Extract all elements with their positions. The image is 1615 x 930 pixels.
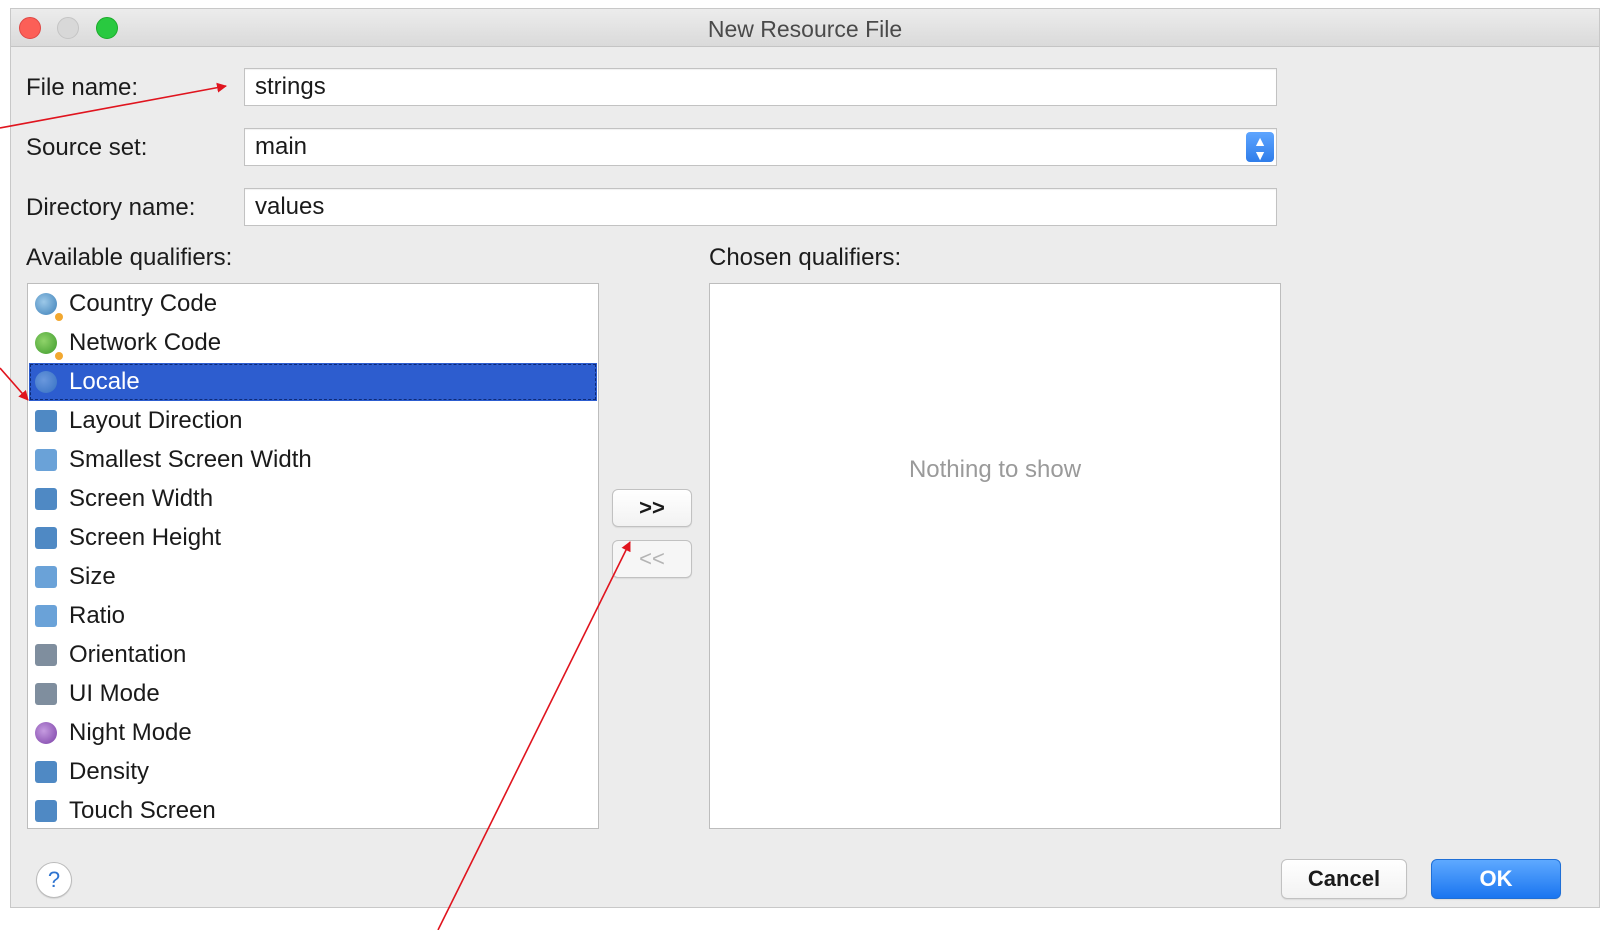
list-item-size[interactable]: Size (29, 558, 597, 596)
list-item-label: Country Code (69, 290, 218, 317)
size-icon (35, 566, 57, 588)
list-item-label: Orientation (69, 641, 187, 668)
ratio-icon (35, 605, 57, 627)
file-name-label: File name: (26, 74, 139, 101)
smallest-width-icon (35, 449, 57, 471)
add-qualifier-button[interactable]: >> (612, 489, 692, 527)
available-qualifiers-list[interactable]: Country Code Network Code Locale Layout … (27, 283, 599, 829)
window-title: New Resource File (707, 16, 903, 42)
list-item-screen-width[interactable]: Screen Width (29, 480, 597, 518)
list-item-label: Network Code (69, 329, 222, 356)
list-item-smallest-screen-width[interactable]: Smallest Screen Width (29, 441, 597, 479)
list-item-label: Ratio (69, 602, 126, 629)
ok-button[interactable]: OK (1431, 859, 1561, 899)
directory-name-field[interactable]: values (244, 188, 1277, 226)
source-set-select[interactable]: main ▲ ▼ (244, 128, 1277, 166)
chosen-qualifiers-label: Chosen qualifiers: (709, 244, 902, 271)
directory-name-label: Directory name: (26, 194, 196, 221)
list-item-label: Screen Height (69, 524, 222, 551)
night-mode-icon (35, 722, 57, 744)
density-icon (35, 761, 57, 783)
list-item-label: Layout Direction (69, 407, 243, 434)
ui-mode-icon (35, 683, 57, 705)
orientation-icon (35, 644, 57, 666)
list-item-label: Night Mode (69, 719, 192, 746)
file-name-field[interactable]: strings (244, 68, 1277, 106)
empty-state-text: Nothing to show (908, 456, 1082, 483)
list-item-label: Touch Screen (69, 797, 216, 824)
remove-qualifier-button[interactable]: << (612, 540, 692, 578)
title-bar: New Resource File (11, 9, 1599, 47)
list-item-screen-height[interactable]: Screen Height (29, 519, 597, 557)
new-resource-file-dialog: New Resource File File name: strings Sou… (10, 8, 1600, 908)
help-button[interactable]: ? (36, 862, 72, 898)
list-item-ratio[interactable]: Ratio (29, 597, 597, 635)
list-item-locale[interactable]: Locale (29, 363, 597, 401)
list-item-night-mode[interactable]: Night Mode (29, 714, 597, 752)
list-item-label: Size (69, 563, 116, 590)
screen-width-icon (35, 488, 57, 510)
list-item-label: Screen Width (69, 485, 214, 512)
source-set-value: main (255, 133, 308, 160)
list-item-label: Density (69, 758, 150, 785)
list-item-orientation[interactable]: Orientation (29, 636, 597, 674)
available-qualifiers-label: Available qualifiers: (26, 244, 233, 271)
list-item-label: UI Mode (69, 680, 160, 707)
list-item-touch-screen[interactable]: Touch Screen (29, 792, 597, 828)
screen-height-icon (35, 527, 57, 549)
touch-screen-icon (35, 800, 57, 822)
list-item-label: Smallest Screen Width (69, 446, 312, 473)
source-set-label: Source set: (26, 134, 148, 161)
list-item-label: Locale (69, 368, 140, 395)
globe-icon (35, 293, 63, 321)
globe-icon (35, 371, 57, 393)
list-item-network-code[interactable]: Network Code (29, 324, 597, 362)
list-item-country-code[interactable]: Country Code (29, 285, 597, 323)
layout-direction-icon (35, 410, 57, 432)
list-item-layout-direction[interactable]: Layout Direction (29, 402, 597, 440)
cancel-button[interactable]: Cancel (1281, 859, 1407, 899)
list-item-density[interactable]: Density (29, 753, 597, 791)
list-item-ui-mode[interactable]: UI Mode (29, 675, 597, 713)
select-stepper-icon[interactable]: ▲ ▼ (1246, 132, 1274, 162)
chosen-qualifiers-list[interactable]: Nothing to show (709, 283, 1281, 829)
network-icon (35, 332, 63, 360)
